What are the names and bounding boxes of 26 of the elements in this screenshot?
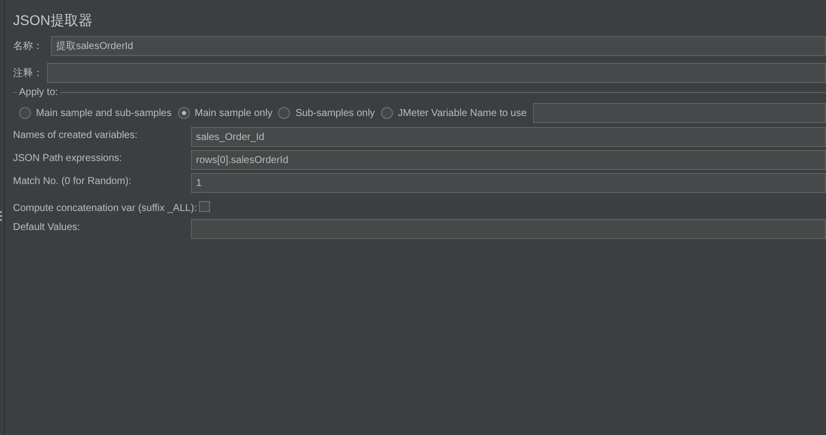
grip-icon[interactable] <box>0 210 3 220</box>
radio-option[interactable]: JMeter Variable Name to use <box>380 106 527 120</box>
radio-option[interactable]: Main sample and sub-samples <box>19 106 172 120</box>
field-label: Default Values: <box>13 221 82 235</box>
radio-icon[interactable] <box>380 107 393 119</box>
name-label: 名称： <box>13 40 44 54</box>
comment-label: 注释： <box>13 66 44 80</box>
apply-to-legend: Apply to: <box>17 84 60 100</box>
radio-option[interactable]: Sub-samples only <box>278 106 375 120</box>
radio-option[interactable]: Main sample only <box>178 106 272 120</box>
text-field[interactable]: rows[0].salesOrderId <box>191 150 826 170</box>
panel-title: JSON提取器 <box>13 11 94 30</box>
variable-name-field[interactable] <box>532 103 826 123</box>
comment-field[interactable] <box>47 63 826 83</box>
radio-icon[interactable] <box>278 107 290 119</box>
text-field[interactable]: 1 <box>191 173 826 193</box>
field-label: Compute concatenation var (suffix _ALL): <box>13 202 197 216</box>
text-field[interactable] <box>191 219 826 239</box>
checkbox[interactable] <box>198 201 210 212</box>
field-label: Match No. (0 for Random): <box>13 175 132 189</box>
name-field[interactable]: 提取salesOrderId <box>51 36 826 56</box>
field-label: JSON Path expressions: <box>13 152 123 166</box>
radio-icon[interactable] <box>19 107 31 119</box>
text-field[interactable]: sales_Order_Id <box>191 127 826 147</box>
field-label: Names of created variables: <box>13 129 139 143</box>
radio-icon[interactable] <box>178 107 190 119</box>
